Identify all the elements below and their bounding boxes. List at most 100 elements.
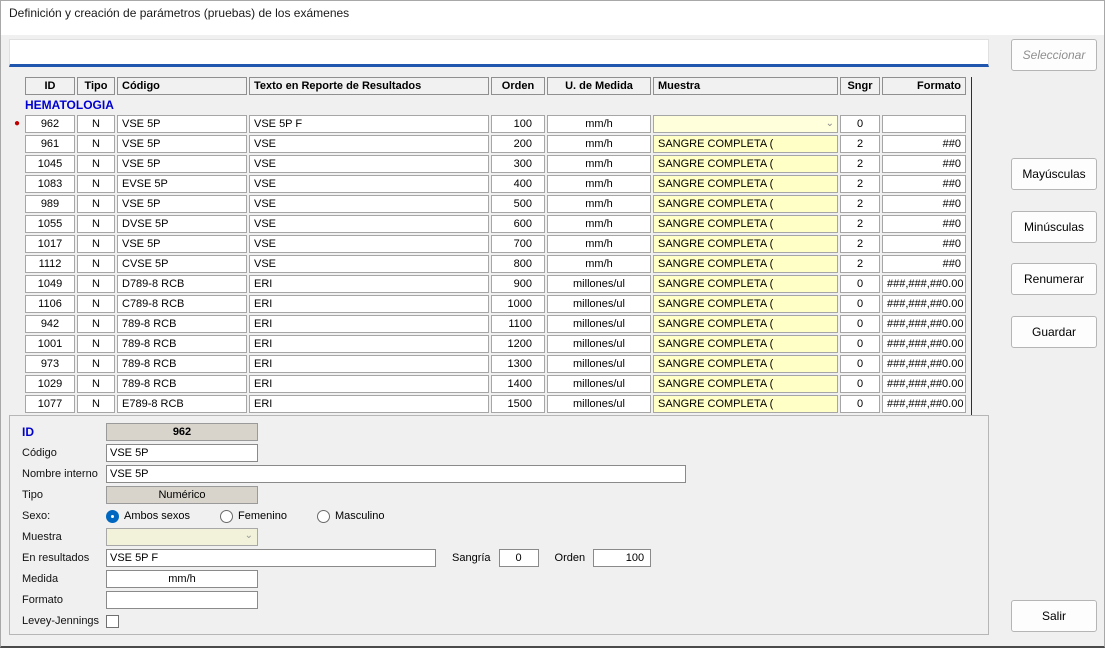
cell-texto[interactable]: VSE [249,215,489,233]
cell-formato[interactable]: ##0 [882,155,966,173]
cell-orden[interactable]: 100 [491,115,545,133]
cell-sngr[interactable]: 0 [840,395,880,413]
cell-formato[interactable]: ###,###,##0.00 [882,295,966,313]
cell-id[interactable]: 1106 [25,295,75,313]
seleccionar-button[interactable]: Seleccionar [1011,39,1097,71]
table-row[interactable]: ● 1001 N 789-8 RCB ERI 1200 millones/ul … [11,335,968,353]
cell-muestra-dropdown[interactable]: SANGRE COMPLETA ( ⌄ [653,375,838,393]
cell-muestra-dropdown[interactable]: ⌄ [653,115,838,133]
cell-medida[interactable]: millones/ul [547,295,651,313]
cell-tipo[interactable]: N [77,135,115,153]
medida-field[interactable] [106,570,258,588]
cell-codigo[interactable]: C789-8 RCB [117,295,247,313]
cell-id[interactable]: 1112 [25,255,75,273]
cell-id[interactable]: 961 [25,135,75,153]
cell-texto[interactable]: ERI [249,355,489,373]
cell-formato[interactable]: ###,###,##0.00 [882,355,966,373]
cell-muestra-dropdown[interactable]: SANGRE COMPLETA ( ⌄ [653,135,838,153]
cell-sngr[interactable]: 2 [840,215,880,233]
table-row[interactable]: ● 973 N 789-8 RCB ERI 1300 millones/ul S… [11,355,968,373]
cell-codigo[interactable]: D789-8 RCB [117,275,247,293]
cell-texto[interactable]: VSE [249,135,489,153]
table-row[interactable]: ● 1017 N VSE 5P VSE 700 mm/h SANGRE COMP… [11,235,968,253]
sexo-radio[interactable]: Masculino [317,510,385,523]
cell-tipo[interactable]: N [77,195,115,213]
cell-muestra-dropdown[interactable]: SANGRE COMPLETA ( ⌄ [653,275,838,293]
cell-sngr[interactable]: 0 [840,115,880,133]
cell-orden[interactable]: 1100 [491,315,545,333]
cell-codigo[interactable]: VSE 5P [117,195,247,213]
guardar-button[interactable]: Guardar [1011,316,1097,348]
cell-medida[interactable]: mm/h [547,115,651,133]
table-row[interactable]: ● 1077 N E789-8 RCB ERI 1500 millones/ul… [11,395,968,413]
cell-id[interactable]: 942 [25,315,75,333]
cell-tipo[interactable]: N [77,395,115,413]
cell-medida[interactable]: millones/ul [547,315,651,333]
cell-id[interactable]: 1055 [25,215,75,233]
cell-medida[interactable]: millones/ul [547,275,651,293]
codigo-field[interactable] [106,444,258,462]
cell-medida[interactable]: mm/h [547,235,651,253]
cell-tipo[interactable]: N [77,315,115,333]
cell-muestra-dropdown[interactable]: SANGRE COMPLETA ( ⌄ [653,215,838,233]
cell-tipo[interactable]: N [77,355,115,373]
cell-id[interactable]: 1083 [25,175,75,193]
table-row[interactable]: ● 989 N VSE 5P VSE 500 mm/h SANGRE COMPL… [11,195,968,213]
cell-formato[interactable]: ##0 [882,135,966,153]
cell-codigo[interactable]: VSE 5P [117,115,247,133]
cell-formato[interactable]: ##0 [882,215,966,233]
table-row[interactable]: ● 1045 N VSE 5P VSE 300 mm/h SANGRE COMP… [11,155,968,173]
cell-orden[interactable]: 200 [491,135,545,153]
cell-sngr[interactable]: 0 [840,315,880,333]
cell-texto[interactable]: ERI [249,375,489,393]
cell-sngr[interactable]: 0 [840,335,880,353]
cell-texto[interactable]: ERI [249,395,489,413]
cell-medida[interactable]: mm/h [547,155,651,173]
cell-codigo[interactable]: VSE 5P [117,235,247,253]
cell-formato[interactable] [882,115,966,133]
cell-muestra-dropdown[interactable]: SANGRE COMPLETA ( ⌄ [653,395,838,413]
en-resultados-field[interactable] [106,549,436,567]
cell-tipo[interactable]: N [77,115,115,133]
cell-tipo[interactable]: N [77,295,115,313]
cell-muestra-dropdown[interactable]: SANGRE COMPLETA ( ⌄ [653,295,838,313]
table-row[interactable]: ● 962 N VSE 5P VSE 5P F 100 mm/h ⌄ 0 [11,115,968,133]
cell-orden[interactable]: 600 [491,215,545,233]
cell-texto[interactable]: VSE [249,155,489,173]
cell-muestra-dropdown[interactable]: SANGRE COMPLETA ( ⌄ [653,255,838,273]
cell-tipo[interactable]: N [77,255,115,273]
cell-tipo[interactable]: N [77,375,115,393]
cell-orden[interactable]: 900 [491,275,545,293]
cell-orden[interactable]: 400 [491,175,545,193]
renumerar-button[interactable]: Renumerar [1011,263,1097,295]
cell-orden[interactable]: 1000 [491,295,545,313]
cell-muestra-dropdown[interactable]: SANGRE COMPLETA ( ⌄ [653,195,838,213]
cell-sngr[interactable]: 0 [840,295,880,313]
cell-muestra-dropdown[interactable]: SANGRE COMPLETA ( ⌄ [653,235,838,253]
cell-texto[interactable]: VSE 5P F [249,115,489,133]
cell-orden[interactable]: 700 [491,235,545,253]
cell-medida[interactable]: mm/h [547,255,651,273]
cell-id[interactable]: 973 [25,355,75,373]
cell-texto[interactable]: VSE [249,195,489,213]
cell-codigo[interactable]: DVSE 5P [117,215,247,233]
cell-medida[interactable]: millones/ul [547,395,651,413]
table-row[interactable]: ● 1049 N D789-8 RCB ERI 900 millones/ul … [11,275,968,293]
table-row[interactable]: ● 1055 N DVSE 5P VSE 600 mm/h SANGRE COM… [11,215,968,233]
cell-formato[interactable]: ##0 [882,195,966,213]
cell-formato[interactable]: ##0 [882,255,966,273]
cell-formato[interactable]: ##0 [882,235,966,253]
cell-tipo[interactable]: N [77,155,115,173]
grid-scrollbar[interactable] [971,77,972,415]
salir-button[interactable]: Salir [1011,600,1097,632]
cell-orden[interactable]: 1200 [491,335,545,353]
cell-orden[interactable]: 1300 [491,355,545,373]
cell-muestra-dropdown[interactable]: SANGRE COMPLETA ( ⌄ [653,355,838,373]
cell-muestra-dropdown[interactable]: SANGRE COMPLETA ( ⌄ [653,155,838,173]
cell-sngr[interactable]: 2 [840,155,880,173]
cell-codigo[interactable]: 789-8 RCB [117,355,247,373]
table-row[interactable]: ● 1083 N EVSE 5P VSE 400 mm/h SANGRE COM… [11,175,968,193]
cell-id[interactable]: 962 [25,115,75,133]
cell-medida[interactable]: mm/h [547,135,651,153]
cell-muestra-dropdown[interactable]: SANGRE COMPLETA ( ⌄ [653,335,838,353]
